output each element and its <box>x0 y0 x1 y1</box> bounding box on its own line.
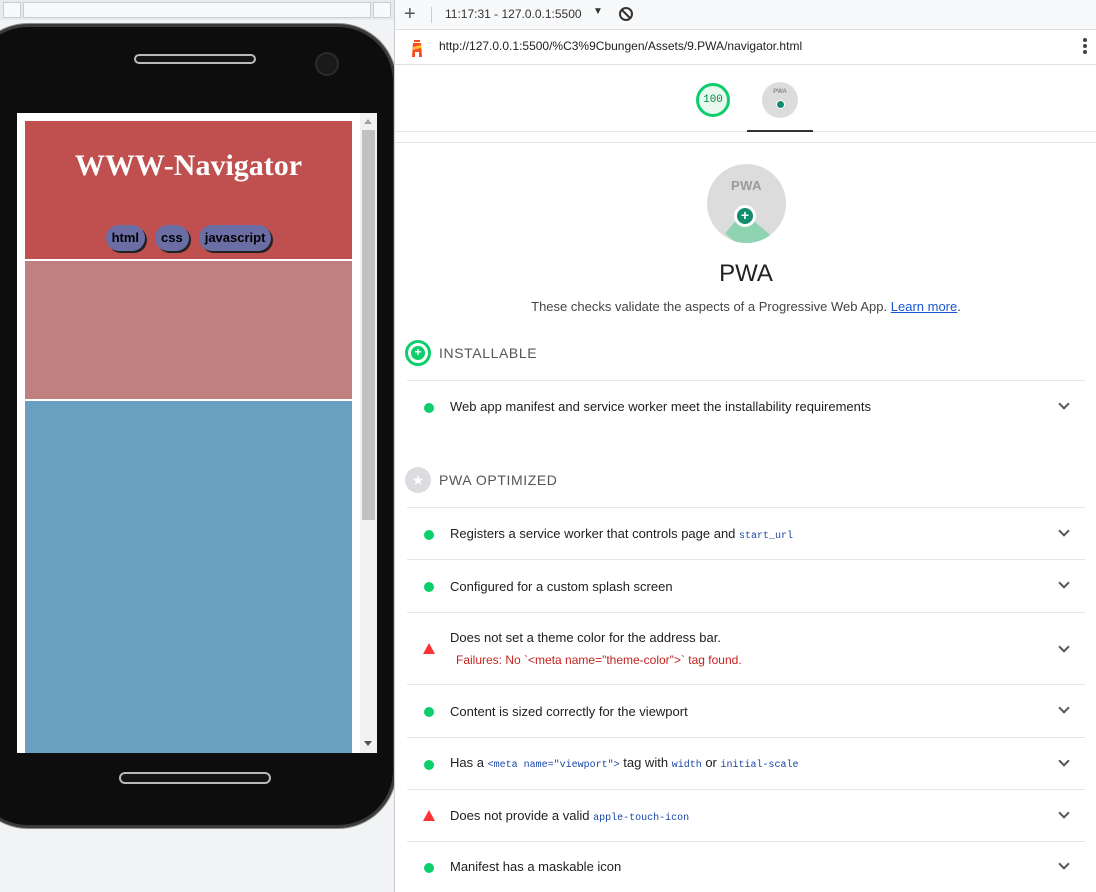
pass-icon <box>424 582 434 592</box>
scroll-down-icon[interactable] <box>364 741 372 746</box>
pass-icon <box>424 707 434 717</box>
audit-row[interactable]: Manifest has a maskable icon <box>407 841 1085 892</box>
plus-circle-icon: + <box>405 340 431 366</box>
site-header: WWW-Navigator html css javascript <box>25 121 352 259</box>
site-section-main <box>25 401 352 753</box>
site-section-secondary <box>25 261 352 399</box>
pass-icon <box>424 863 434 873</box>
pwa-gauge-tab[interactable]: PWA <box>762 82 798 118</box>
new-report-button[interactable]: + <box>404 3 416 25</box>
audit-title: Configured for a custom splash screen <box>450 579 673 594</box>
toolbar-divider <box>431 7 432 23</box>
category-divider <box>395 142 1096 143</box>
audit-title: Manifest has a maskable icon <box>450 859 622 874</box>
scrollbar-thumb[interactable] <box>362 130 375 520</box>
category-title: PWA <box>719 260 773 287</box>
pwa-badge-plus-icon: + <box>734 205 756 227</box>
audit-row[interactable]: Has a <meta name="viewport"> tag with wi… <box>407 737 1085 789</box>
chevron-down-icon[interactable] <box>1058 702 1070 714</box>
audit-title: Registers a service worker that controls… <box>450 526 793 542</box>
audit-row[interactable]: Web app manifest and service worker meet… <box>407 380 1085 432</box>
audit-row[interactable]: Does not set a theme color for the addre… <box>407 612 1085 684</box>
audit-code: <meta name="viewport"> <box>487 760 620 771</box>
chevron-down-icon[interactable] <box>1058 577 1070 589</box>
pwa-badge-label: PWA <box>730 178 763 193</box>
learn-more-link[interactable]: Learn more <box>891 299 957 314</box>
star-icon: ★ <box>405 467 431 493</box>
audit-code: width <box>671 760 702 771</box>
audit-code: initial-scale <box>720 760 799 771</box>
plus-glyph: + <box>411 346 425 360</box>
report-selector[interactable]: 11:17:31 - 127.0.0.1:5500 <box>445 7 582 21</box>
score-gauge[interactable]: 100 <box>696 83 730 117</box>
category-description: These checks validate the aspects of a P… <box>395 299 1096 314</box>
site-nav: html css javascript <box>25 225 352 251</box>
fail-triangle-icon <box>423 643 435 654</box>
audit-title: Does not set a theme color for the addre… <box>450 630 721 645</box>
audit-row[interactable]: Registers a service worker that controls… <box>407 507 1085 559</box>
chevron-down-icon[interactable] <box>1058 525 1070 537</box>
pwa-mini-label: PWA <box>773 89 787 95</box>
pwa-mini-badge-icon <box>776 100 785 109</box>
device-emulation-pane: WWW-Navigator html css javascript <box>0 0 394 892</box>
phone-camera <box>315 52 339 76</box>
clear-reports-icon[interactable] <box>619 7 633 21</box>
audit-title: Has a <meta name="viewport"> tag with wi… <box>450 755 799 771</box>
nav-link-javascript[interactable]: javascript <box>198 225 272 251</box>
audit-title: Does not provide a valid apple-touch-ico… <box>450 808 689 824</box>
site-title: WWW-Navigator <box>74 149 303 182</box>
group-installable: + INSTALLABLE <box>405 340 1085 366</box>
pass-icon <box>424 403 434 413</box>
report-url-bar: http://127.0.0.1:5500/%C3%9Cbungen/Asset… <box>395 31 1096 65</box>
report-url: http://127.0.0.1:5500/%C3%9Cbungen/Asset… <box>439 39 803 53</box>
group-title: INSTALLABLE <box>439 345 538 361</box>
phone-screen: WWW-Navigator html css javascript <box>17 113 377 753</box>
audit-title: Web app manifest and service worker meet… <box>450 399 872 414</box>
device-toolbar-segment[interactable] <box>373 2 391 18</box>
audit-code: apple-touch-icon <box>593 813 690 824</box>
audit-row[interactable]: Does not provide a valid apple-touch-ico… <box>407 789 1085 841</box>
description-period: . <box>957 299 961 314</box>
audit-row[interactable]: Configured for a custom splash screen <box>407 559 1085 612</box>
lighthouse-logo-icon <box>412 40 422 57</box>
lighthouse-toolbar: + 11:17:31 - 127.0.0.1:5500 ▼ <box>395 0 1096 30</box>
score-gauges-bar: 100 PWA <box>395 66 1096 132</box>
audit-code: start_url <box>739 531 794 542</box>
chevron-down-icon[interactable] <box>1058 858 1070 870</box>
chevron-down-icon[interactable] <box>1058 755 1070 767</box>
fail-triangle-icon <box>423 810 435 821</box>
page-scrollbar[interactable] <box>360 113 377 753</box>
chevron-down-icon[interactable] <box>1058 807 1070 819</box>
more-options-icon[interactable] <box>1083 38 1087 58</box>
scroll-up-icon[interactable] <box>364 119 372 124</box>
phone-speaker-top <box>134 54 256 64</box>
dropdown-caret-icon[interactable]: ▼ <box>593 6 603 17</box>
active-tab-indicator <box>747 130 813 132</box>
chevron-down-icon[interactable] <box>1058 641 1070 653</box>
group-pwa-optimized: ★ PWA OPTIMIZED <box>405 467 1085 493</box>
audit-title: Content is sized correctly for the viewp… <box>450 704 688 719</box>
phone-speaker-bottom <box>119 772 271 784</box>
audit-title-text: Has a <box>450 755 484 770</box>
audit-failure-text: Failures: No `<meta name="theme-color">`… <box>456 653 742 667</box>
device-toolbar-segment[interactable] <box>23 2 371 18</box>
audit-row[interactable]: Content is sized correctly for the viewp… <box>407 684 1085 737</box>
nav-link-html[interactable]: html <box>105 225 146 251</box>
device-toolbar <box>0 0 394 20</box>
pass-icon <box>424 760 434 770</box>
audit-title-text: Registers a service worker that controls… <box>450 526 736 541</box>
audit-title-text: tag with <box>623 755 669 770</box>
pass-icon <box>424 530 434 540</box>
chevron-down-icon[interactable] <box>1058 398 1070 410</box>
pwa-category-badge-icon: PWA + <box>707 164 786 243</box>
category-description-text: These checks validate the aspects of a P… <box>531 299 888 314</box>
device-toolbar-segment[interactable] <box>3 2 21 18</box>
lighthouse-panel: + 11:17:31 - 127.0.0.1:5500 ▼ http://127… <box>394 0 1096 892</box>
audit-title-text: Does not provide a valid <box>450 808 590 823</box>
group-title: PWA OPTIMIZED <box>439 472 558 488</box>
audit-title-text: or <box>705 755 717 770</box>
nav-link-css[interactable]: css <box>155 225 189 251</box>
